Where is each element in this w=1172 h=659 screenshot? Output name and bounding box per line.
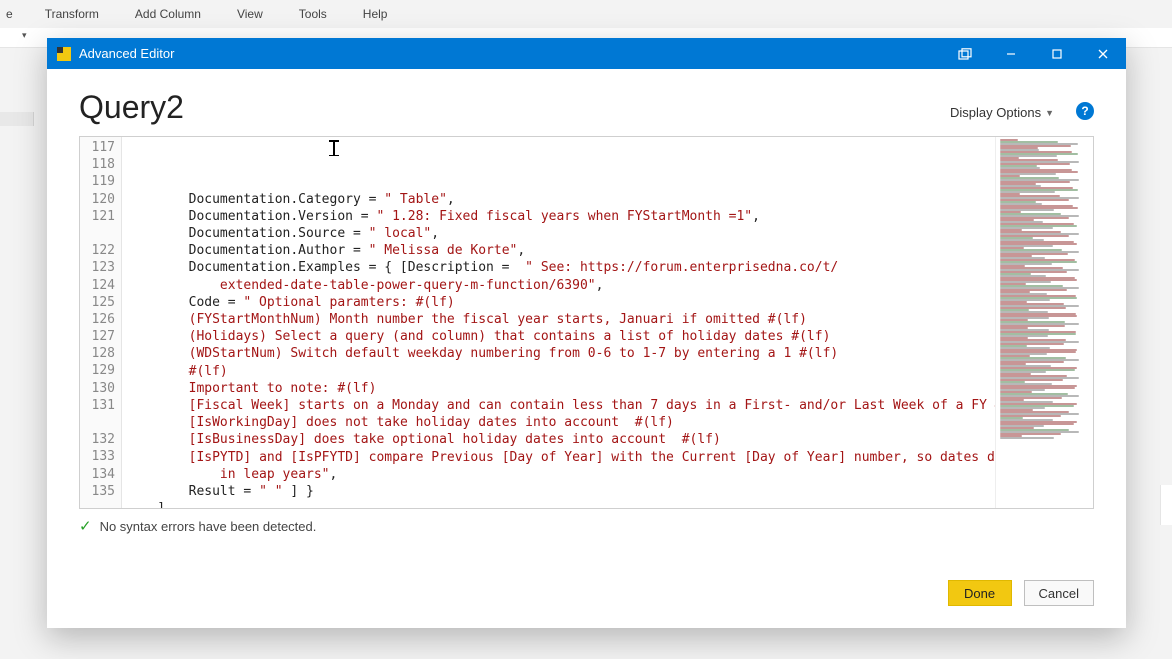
chevron-down-icon: ▼ <box>1045 108 1054 118</box>
syntax-status-text: No syntax errors have been detected. <box>100 519 317 534</box>
cancel-button[interactable]: Cancel <box>1024 580 1094 606</box>
maximize-button[interactable] <box>1034 38 1080 69</box>
background-right-fragment <box>1160 485 1172 525</box>
dialog-title: Advanced Editor <box>79 46 174 61</box>
done-button[interactable]: Done <box>948 580 1012 606</box>
code-text-area[interactable]: Documentation.Category = " Table", Docum… <box>122 137 995 508</box>
help-icon[interactable]: ? <box>1076 102 1094 120</box>
minimize-button[interactable] <box>988 38 1034 69</box>
check-icon: ✓ <box>79 517 92 535</box>
code-editor[interactable]: 1171181191201211221231241251261271281291… <box>79 136 1094 509</box>
text-caret-icon <box>326 140 342 156</box>
menu-item-add-column[interactable]: Add Column <box>117 3 219 25</box>
display-options-label: Display Options <box>950 105 1041 120</box>
ribbon-expand-icon[interactable]: ▾ <box>22 30 27 41</box>
line-number-gutter: 1171181191201211221231241251261271281291… <box>80 137 122 508</box>
dialog-header: Query2 Display Options ▼ ? <box>47 69 1126 136</box>
dialog-button-row: Done Cancel <box>47 562 1126 628</box>
menu-item-home-cut[interactable]: e <box>6 3 27 25</box>
menu-item-transform[interactable]: Transform <box>27 3 117 25</box>
close-button[interactable] <box>1080 38 1126 69</box>
app-menubar: e Transform Add Column View Tools Help <box>0 0 1172 28</box>
menu-item-tools[interactable]: Tools <box>281 3 345 25</box>
dialog-titlebar: Advanced Editor <box>47 38 1126 69</box>
minimap[interactable] <box>995 137 1093 508</box>
menu-item-help[interactable]: Help <box>345 3 406 25</box>
power-bi-icon <box>57 47 71 61</box>
query-name-heading: Query2 <box>79 89 950 126</box>
advanced-editor-dialog: Advanced Editor Query2 Display Options ▼… <box>47 38 1126 628</box>
menu-item-view[interactable]: View <box>219 3 281 25</box>
syntax-status-bar: ✓ No syntax errors have been detected. <box>79 517 1094 535</box>
pop-out-button[interactable] <box>942 38 988 69</box>
display-options-dropdown[interactable]: Display Options ▼ <box>950 105 1054 120</box>
background-panel-fragment <box>0 112 34 126</box>
